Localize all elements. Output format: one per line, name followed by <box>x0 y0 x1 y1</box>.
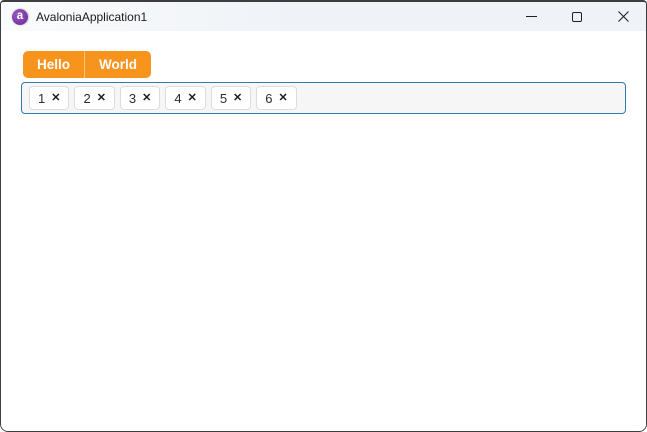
chip-value: 2 <box>83 90 91 106</box>
chip-remove-icon[interactable]: ✕ <box>279 92 288 104</box>
close-icon <box>617 11 629 22</box>
chip: 1 ✕ <box>29 86 70 110</box>
window-title: AvaloniaApplication1 <box>36 9 148 24</box>
chip: 2 ✕ <box>74 86 115 110</box>
title-bar[interactable]: a AvaloniaApplication1 <box>1 2 646 31</box>
chip-value: 4 <box>174 90 182 106</box>
avalonia-logo-icon: a <box>12 8 28 25</box>
maximize-button[interactable] <box>554 2 600 31</box>
window-content: Hello World 1 ✕ 2 ✕ 3 ✕ 4 ✕ 5 ✕ 6 ✕ <box>1 31 646 431</box>
chip-remove-icon[interactable]: ✕ <box>51 92 60 104</box>
tab-item[interactable]: Hello <box>23 51 84 78</box>
chip-value: 5 <box>219 90 228 106</box>
chip-remove-icon[interactable]: ✕ <box>142 92 151 104</box>
minimize-icon <box>525 16 537 17</box>
tab-item[interactable]: World <box>84 51 151 78</box>
close-button[interactable] <box>600 2 646 31</box>
chip-remove-icon[interactable]: ✕ <box>233 92 242 104</box>
chip-remove-icon[interactable]: ✕ <box>188 92 197 104</box>
chip: 5 ✕ <box>210 86 252 110</box>
chip: 3 ✕ <box>119 86 161 110</box>
app-window: a AvaloniaApplication1 Hello World 1 ✕ 2… <box>0 0 647 432</box>
chip-value: 6 <box>265 90 273 106</box>
maximize-icon <box>572 11 582 22</box>
tab-strip: Hello World <box>23 51 152 78</box>
chip-input-field[interactable]: 1 ✕ 2 ✕ 3 ✕ 4 ✕ 5 ✕ 6 ✕ <box>21 82 626 114</box>
chip: 4 ✕ <box>165 86 206 110</box>
chip: 6 ✕ <box>256 86 297 110</box>
chip-value: 1 <box>38 90 46 106</box>
chip-value: 3 <box>128 90 137 106</box>
minimize-button[interactable] <box>508 2 554 31</box>
chip-remove-icon[interactable]: ✕ <box>97 92 106 104</box>
